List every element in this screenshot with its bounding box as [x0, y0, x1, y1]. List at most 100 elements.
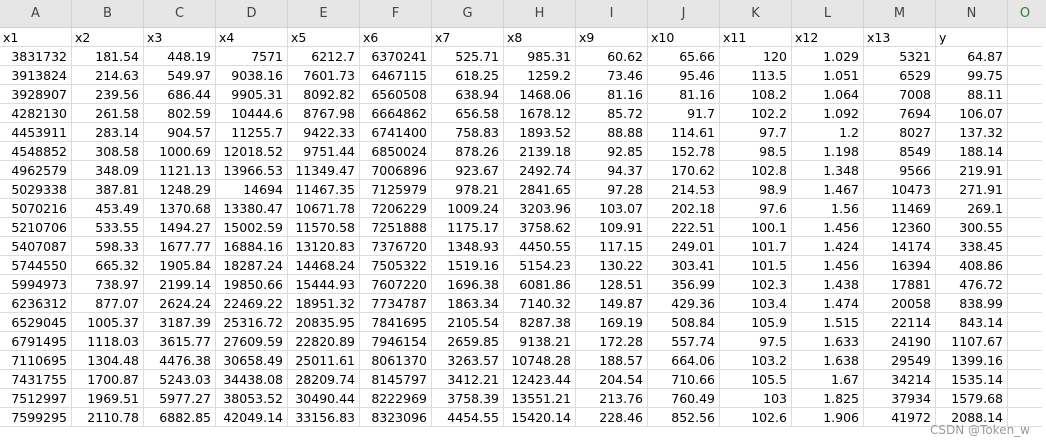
data-cell[interactable]: 2659.85 — [432, 332, 504, 351]
data-cell[interactable]: 7140.32 — [504, 294, 576, 313]
data-cell[interactable]: 14694 — [216, 180, 288, 199]
data-cell[interactable]: 7512997 — [0, 389, 72, 408]
data-cell[interactable]: 81.16 — [576, 85, 648, 104]
data-cell[interactable]: 598.33 — [72, 237, 144, 256]
data-cell[interactable]: 3913824 — [0, 66, 72, 85]
data-cell[interactable]: 4548852 — [0, 142, 72, 161]
data-cell[interactable]: 300.55 — [936, 218, 1008, 237]
data-cell[interactable]: 204.54 — [576, 370, 648, 389]
data-cell[interactable]: 1005.37 — [72, 313, 144, 332]
data-cell[interactable]: 4476.38 — [144, 351, 216, 370]
data-cell[interactable]: 105.5 — [720, 370, 792, 389]
data-cell[interactable]: 1.438 — [792, 275, 864, 294]
data-cell[interactable]: 18951.32 — [288, 294, 360, 313]
data-cell[interactable]: 103.4 — [720, 294, 792, 313]
data-cell[interactable]: 34214 — [864, 370, 936, 389]
data-cell[interactable]: 10473 — [864, 180, 936, 199]
data-cell[interactable]: 12018.52 — [216, 142, 288, 161]
data-cell[interactable]: 1579.68 — [936, 389, 1008, 408]
data-cell[interactable]: 1.424 — [792, 237, 864, 256]
data-cell[interactable]: 1.029 — [792, 47, 864, 66]
empty-cell[interactable] — [1008, 123, 1042, 142]
data-cell[interactable]: 18287.24 — [216, 256, 288, 275]
data-cell[interactable]: 92.85 — [576, 142, 648, 161]
data-cell[interactable]: 904.57 — [144, 123, 216, 142]
empty-cell[interactable] — [1008, 218, 1042, 237]
data-cell[interactable]: 985.31 — [504, 47, 576, 66]
data-cell[interactable]: 1.092 — [792, 104, 864, 123]
data-cell[interactable]: 14174 — [864, 237, 936, 256]
data-cell[interactable]: 269.1 — [936, 199, 1008, 218]
data-cell[interactable]: 102.8 — [720, 161, 792, 180]
data-cell[interactable]: 6212.7 — [288, 47, 360, 66]
empty-cell[interactable] — [1008, 256, 1042, 275]
data-cell[interactable]: 103 — [720, 389, 792, 408]
column-header-a[interactable]: A — [0, 0, 72, 27]
data-cell[interactable]: 664.06 — [648, 351, 720, 370]
column-header-k[interactable]: K — [720, 0, 792, 27]
data-cell[interactable]: 7734787 — [360, 294, 432, 313]
data-cell[interactable]: 1.638 — [792, 351, 864, 370]
data-cell[interactable]: 1121.13 — [144, 161, 216, 180]
data-cell[interactable]: 15002.59 — [216, 218, 288, 237]
data-cell[interactable]: 878.26 — [432, 142, 504, 161]
header-cell[interactable]: x13 — [864, 28, 936, 47]
data-cell[interactable]: 10671.78 — [288, 199, 360, 218]
empty-cell[interactable] — [1008, 199, 1042, 218]
data-cell[interactable]: 6467115 — [360, 66, 432, 85]
data-cell[interactable]: 9751.44 — [288, 142, 360, 161]
data-cell[interactable]: 1009.24 — [432, 199, 504, 218]
data-cell[interactable]: 10444.6 — [216, 104, 288, 123]
data-cell[interactable]: 4962579 — [0, 161, 72, 180]
data-cell[interactable]: 6081.86 — [504, 275, 576, 294]
data-cell[interactable]: 128.51 — [576, 275, 648, 294]
data-cell[interactable]: 8549 — [864, 142, 936, 161]
data-cell[interactable]: 1.456 — [792, 256, 864, 275]
data-cell[interactable]: 19850.66 — [216, 275, 288, 294]
header-cell[interactable]: x9 — [576, 28, 648, 47]
data-cell[interactable]: 1107.67 — [936, 332, 1008, 351]
data-cell[interactable]: 1494.27 — [144, 218, 216, 237]
data-cell[interactable]: 1304.48 — [72, 351, 144, 370]
data-cell[interactable]: 6529 — [864, 66, 936, 85]
data-cell[interactable]: 7125979 — [360, 180, 432, 199]
data-cell[interactable]: 5070216 — [0, 199, 72, 218]
data-cell[interactable]: 476.72 — [936, 275, 1008, 294]
column-header-j[interactable]: J — [648, 0, 720, 27]
data-cell[interactable]: 303.41 — [648, 256, 720, 275]
data-cell[interactable]: 113.5 — [720, 66, 792, 85]
empty-cell[interactable] — [1008, 237, 1042, 256]
data-cell[interactable]: 37934 — [864, 389, 936, 408]
data-cell[interactable]: 172.28 — [576, 332, 648, 351]
column-header-n[interactable]: N — [936, 0, 1008, 27]
data-cell[interactable]: 5029338 — [0, 180, 72, 199]
data-cell[interactable]: 101.7 — [720, 237, 792, 256]
data-cell[interactable]: 7694 — [864, 104, 936, 123]
data-cell[interactable]: 7251888 — [360, 218, 432, 237]
data-cell[interactable]: 1348.93 — [432, 237, 504, 256]
data-cell[interactable]: 9566 — [864, 161, 936, 180]
header-cell[interactable]: x2 — [72, 28, 144, 47]
header-cell[interactable]: x3 — [144, 28, 216, 47]
data-cell[interactable]: 149.87 — [576, 294, 648, 313]
data-cell[interactable]: 5210706 — [0, 218, 72, 237]
data-cell[interactable]: 102.3 — [720, 275, 792, 294]
data-cell[interactable]: 22469.22 — [216, 294, 288, 313]
data-cell[interactable]: 33156.83 — [288, 408, 360, 427]
empty-cell[interactable] — [1008, 332, 1042, 351]
data-cell[interactable]: 852.56 — [648, 408, 720, 427]
data-cell[interactable]: 188.57 — [576, 351, 648, 370]
data-cell[interactable]: 8287.38 — [504, 313, 576, 332]
data-cell[interactable]: 8027 — [864, 123, 936, 142]
header-cell[interactable]: x1 — [0, 28, 72, 47]
header-cell[interactable]: x7 — [432, 28, 504, 47]
column-header-e[interactable]: E — [288, 0, 360, 27]
data-cell[interactable]: 1863.34 — [432, 294, 504, 313]
data-cell[interactable]: 85.72 — [576, 104, 648, 123]
data-cell[interactable]: 34438.08 — [216, 370, 288, 389]
data-cell[interactable]: 152.78 — [648, 142, 720, 161]
data-cell[interactable]: 100.1 — [720, 218, 792, 237]
data-cell[interactable]: 64.87 — [936, 47, 1008, 66]
data-cell[interactable]: 4453911 — [0, 123, 72, 142]
data-cell[interactable]: 760.49 — [648, 389, 720, 408]
